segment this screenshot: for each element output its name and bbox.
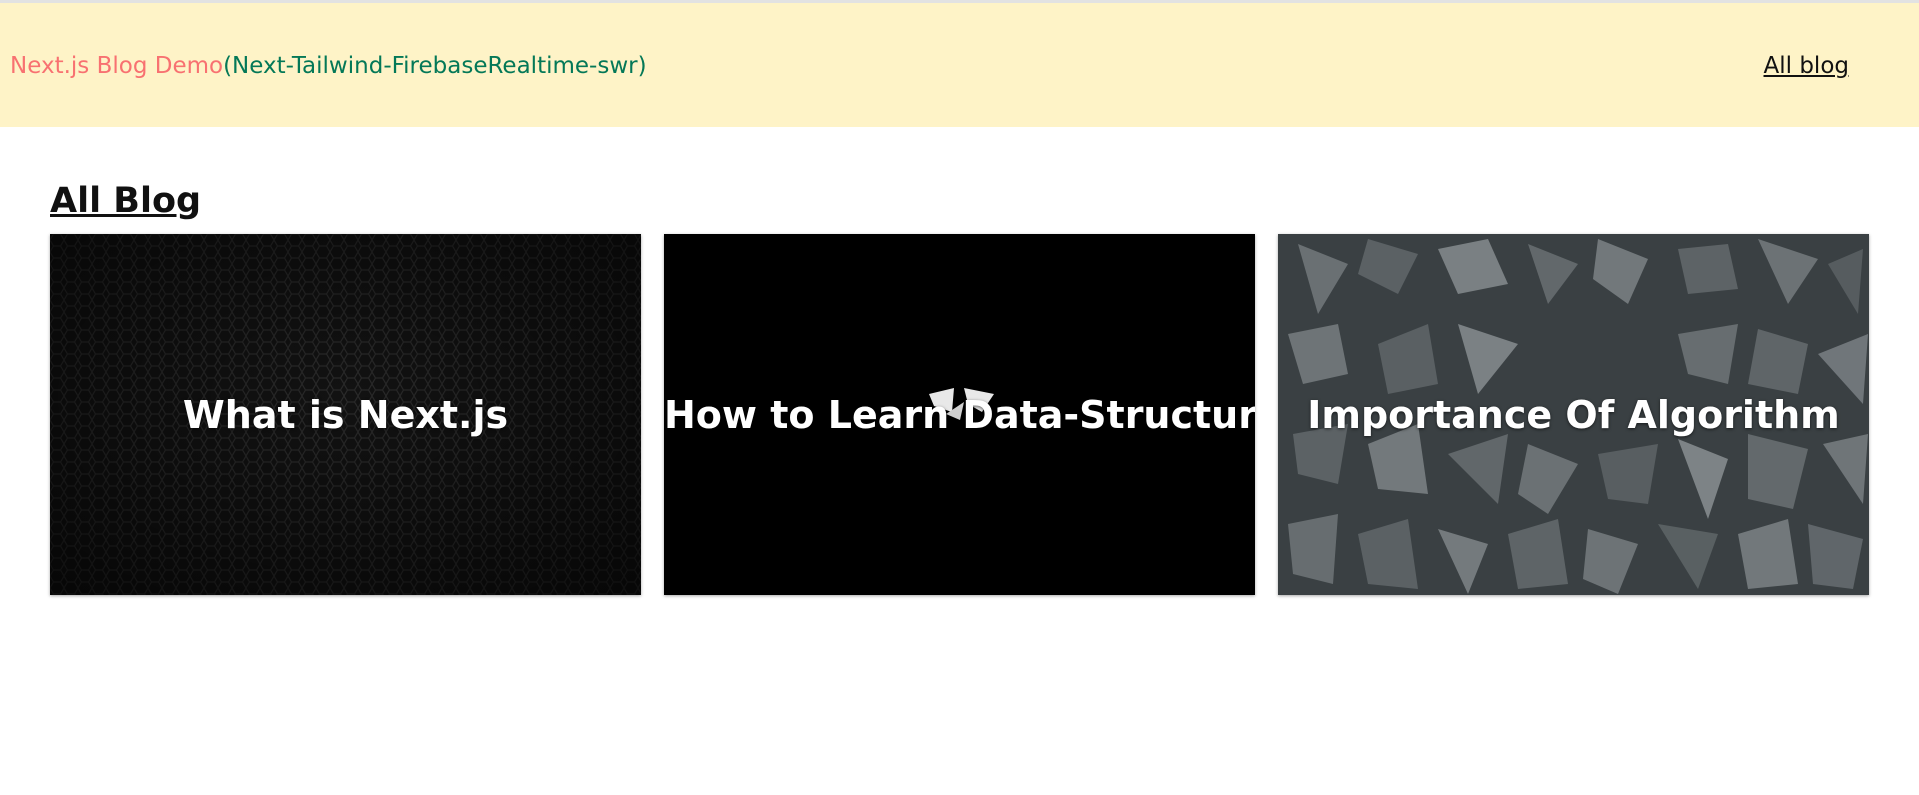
page-title[interactable]: All Blog	[50, 179, 201, 223]
brand-subtitle: (Next-Tailwind-FirebaseRealtime-swr)	[223, 53, 647, 79]
brand-title: Next.js Blog Demo	[10, 53, 224, 79]
site-brand[interactable]: Next.js Blog Demo(Next-Tailwind-Firebase…	[10, 51, 647, 81]
blog-card-2[interactable]: How to Learn Data-Structure	[664, 234, 1255, 595]
blog-card-1[interactable]: What is Next.js	[50, 234, 641, 595]
blog-card-title: Importance Of Algorithm	[1307, 392, 1840, 437]
blog-card-title: What is Next.js	[182, 392, 509, 437]
nav-all-blog-link[interactable]: All blog	[1764, 51, 1850, 81]
blog-card-3[interactable]: Importance Of Algorithm	[1278, 234, 1869, 595]
navbar: Next.js Blog Demo(Next-Tailwind-Firebase…	[0, 3, 1919, 127]
blog-card-title: How to Learn Data-Structure	[664, 392, 1255, 437]
